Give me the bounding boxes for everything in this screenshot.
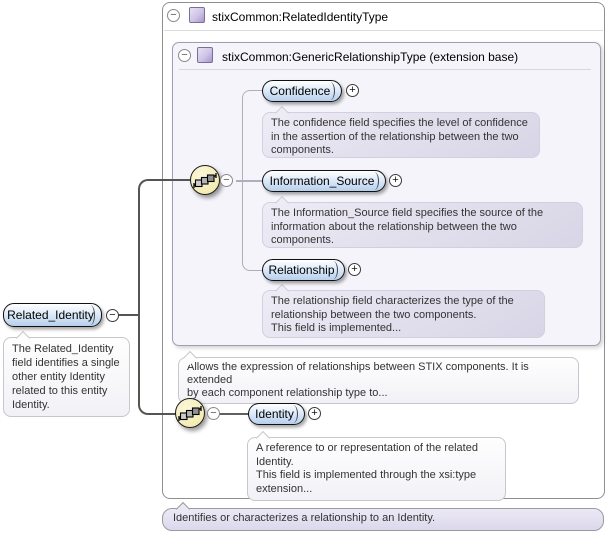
sequence-icon[interactable]: [175, 398, 205, 428]
collapse-related-identity-button[interactable]: −: [106, 309, 119, 322]
annotation-related-identity: The Related_Identity field identifies a …: [3, 337, 130, 417]
element-information-source[interactable]: Information_Source: [262, 170, 386, 192]
complex-type-icon: [197, 47, 213, 63]
schema-diagram: − stixCommon:RelatedIdentityType − stixC…: [0, 0, 607, 536]
sequence-glyph: [192, 167, 218, 193]
annotation-root: Identifies or characterizes a relationsh…: [162, 508, 604, 531]
annotation-relationship: The relationship field characterizes the…: [262, 290, 545, 338]
collapse-identity-sequence-button[interactable]: −: [207, 407, 220, 420]
element-related-identity[interactable]: Related_Identity: [3, 303, 102, 327]
element-information-source-label: Information_Source: [262, 174, 387, 189]
collapse-sequence-button[interactable]: −: [220, 174, 233, 187]
element-relationship[interactable]: Relationship: [262, 259, 345, 281]
main-branch-connector: [138, 179, 198, 415]
annotation-confidence: The confidence field specifies the level…: [262, 112, 540, 158]
sequence-glyph: [177, 400, 203, 426]
expand-information-source-button[interactable]: +: [389, 174, 402, 187]
element-identity[interactable]: Identity: [248, 403, 305, 425]
expand-confidence-button[interactable]: +: [346, 84, 359, 97]
expand-identity-button[interactable]: +: [308, 407, 321, 420]
annotation-information-source: The Information_Source field specifies t…: [262, 202, 583, 248]
complex-type-icon: [189, 7, 205, 23]
header-separator: [179, 69, 591, 70]
annotation-extension-base: Allows the expression of relationships b…: [178, 357, 579, 404]
information-source-connector: [236, 180, 262, 182]
related-identity-connector: [117, 314, 138, 316]
element-confidence[interactable]: Confidence: [262, 80, 342, 102]
expand-relationship-button[interactable]: +: [348, 263, 361, 276]
root-type-title: stixCommon:RelatedIdentityType: [212, 10, 388, 24]
header-separator: [164, 30, 603, 31]
extension-base-title: stixCommon:GenericRelationshipType (exte…: [222, 50, 518, 64]
annotation-identity: A reference to or representation of the …: [247, 437, 506, 501]
collapse-extension-base-button[interactable]: −: [178, 49, 191, 62]
identity-connector: [219, 413, 249, 415]
sequence-icon[interactable]: [190, 165, 220, 195]
collapse-root-button[interactable]: −: [167, 9, 180, 22]
